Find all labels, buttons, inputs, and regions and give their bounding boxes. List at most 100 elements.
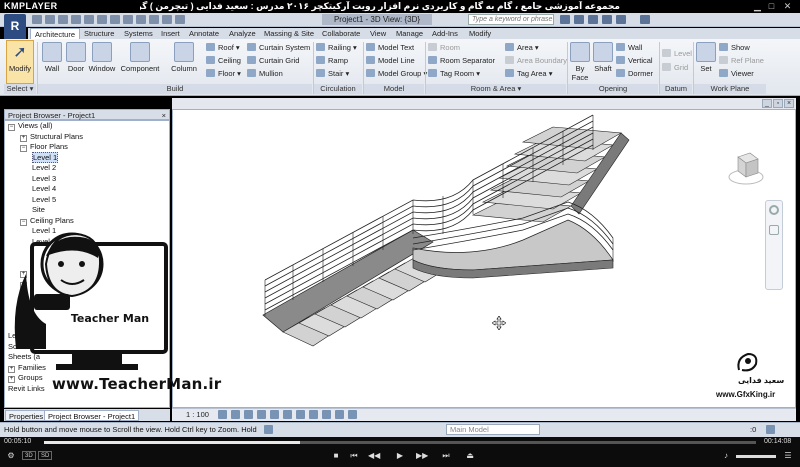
zoom-icon[interactable] [769,225,779,235]
tag-area-button[interactable]: Tag Area ▾ [505,68,552,80]
volume-slider[interactable] [736,455,776,458]
print-icon[interactable] [84,15,94,24]
detail-level-icon[interactable] [218,410,227,419]
tab-systems[interactable]: Systems [120,28,157,39]
worksets-icon[interactable] [264,425,273,434]
tree-item[interactable]: Level 5 [5,195,169,206]
active-workset-select[interactable]: Main Model [446,424,540,435]
subscription-icon[interactable] [574,15,584,24]
floor-button[interactable]: Floor ▾ [206,68,241,80]
tree-item[interactable]: Level 1 [5,151,169,164]
tree-item[interactable]: Level 4 [5,184,169,195]
tab-modify[interactable]: Modify [465,28,495,39]
search-input[interactable]: Type a keyword or phrase [468,14,554,25]
collapse-icon[interactable]: − [20,145,27,152]
temp-hide-icon[interactable] [322,410,331,419]
tree-item[interactable]: Level 3 [5,174,169,185]
collapse-icon[interactable]: − [8,124,15,131]
area-button[interactable]: Area ▾ [505,42,539,54]
close-hidden-icon[interactable] [162,15,172,24]
dormer-button[interactable]: Dormer [616,68,653,80]
door-button[interactable]: Door [64,40,88,82]
minimize-icon[interactable]: ▁ [752,1,763,11]
level-button[interactable]: Level [662,48,692,60]
window-button[interactable]: Window [88,40,116,82]
tree-item[interactable]: Level 2 [5,163,169,174]
switch-windows-icon[interactable] [175,15,185,24]
rewind-icon[interactable]: ◀◀ [368,451,380,461]
redo-icon[interactable] [71,15,81,24]
tab-collaborate[interactable]: Collaborate [318,28,364,39]
maximize-icon[interactable]: □ [766,1,777,11]
section-icon[interactable] [136,15,146,24]
wall-opening-button[interactable]: Wall [616,42,642,54]
ramp-button[interactable]: Ramp [316,55,348,67]
model-text-button[interactable]: Model Text [366,42,414,54]
crop-view-icon[interactable] [283,410,292,419]
grid-button[interactable]: Grid [662,62,688,74]
view-restore-icon[interactable]: ▫ [773,99,783,108]
drawing-area[interactable] [172,109,796,408]
room-separator-button[interactable]: Room Separator [428,55,495,67]
tree-item[interactable]: − Views (all) [5,121,169,132]
curtain-grid-button[interactable]: Curtain Grid [247,55,299,67]
save-icon[interactable] [45,15,55,24]
sign-in-icon[interactable] [616,15,626,24]
mullion-button[interactable]: Mullion [247,68,283,80]
communication-icon[interactable] [588,15,598,24]
tab-architecture[interactable]: Architecture [30,28,81,39]
steering-wheel-icon[interactable] [769,205,779,215]
ref-plane-button[interactable]: Ref Plane [719,55,764,67]
application-menu-button[interactable]: R [4,14,26,40]
volume-icon[interactable]: ♪ [720,451,732,461]
area-boundary-button[interactable]: Area Boundary [505,55,567,67]
select-panel-label[interactable]: Select ▾ [4,84,36,94]
column-button[interactable]: Column [168,40,200,82]
model-line-button[interactable]: Model Line [366,55,415,67]
navigation-bar[interactable] [765,200,783,290]
visual-style-icon[interactable] [231,410,240,419]
next-icon[interactable]: ⏭ [440,451,452,461]
ceiling-button[interactable]: Ceiling [206,55,241,67]
set-button[interactable]: Set [695,40,717,82]
room-button[interactable]: Room [428,42,460,54]
view-scale[interactable]: 1 : 100 [186,410,209,419]
undo-icon[interactable] [58,15,68,24]
expand-icon[interactable]: + [20,134,27,142]
show-button[interactable]: Show [719,42,750,54]
favorites-icon[interactable] [602,15,612,24]
viewcube[interactable] [726,147,766,187]
tab-massing-site[interactable]: Massing & Site [260,28,318,39]
stair-button[interactable]: Stair ▾ [316,68,349,80]
view-minimize-icon[interactable]: _ [762,99,772,108]
tree-item[interactable]: + Structural Plans [5,132,169,143]
room-area-panel-label[interactable]: Room & Area ▾ [426,84,566,94]
viewer-button[interactable]: Viewer [719,68,754,80]
binoculars-icon[interactable] [560,15,570,24]
measure-icon[interactable] [97,15,107,24]
tag-room-button[interactable]: Tag Room ▾ [428,68,480,80]
thin-lines-icon[interactable] [149,15,159,24]
stop-icon[interactable]: ■ [330,451,342,461]
railing-button[interactable]: Railing ▾ [316,42,357,54]
model-group-button[interactable]: Model Group ▾ [366,68,427,80]
forward-icon[interactable]: ▶▶ [416,451,428,461]
eject-icon[interactable]: ⏏ [464,451,476,461]
analytical-model-icon[interactable] [348,410,357,419]
sun-path-icon[interactable] [244,410,253,419]
playlist-icon[interactable]: ☰ [782,451,794,461]
roof-button[interactable]: Roof ▾ [206,42,240,54]
tab-structure[interactable]: Structure [80,28,118,39]
tree-item[interactable]: − Floor Plans [5,142,169,153]
3d-mode-toggle[interactable]: 3D [22,451,36,460]
shadows-icon[interactable] [257,410,266,419]
previous-icon[interactable]: ⏮ [348,451,360,461]
tab-add-ins[interactable]: Add-Ins [428,28,462,39]
curtain-system-button[interactable]: Curtain System [247,42,310,54]
show-crop-icon[interactable] [296,410,305,419]
shaft-button[interactable]: Shaft [592,40,614,82]
sd-quality-toggle[interactable]: SD [38,451,53,460]
modify-button[interactable]: ➚ Modify [6,40,34,84]
by-face-button[interactable]: By Face [569,40,591,82]
view-close-icon[interactable]: × [784,99,794,108]
